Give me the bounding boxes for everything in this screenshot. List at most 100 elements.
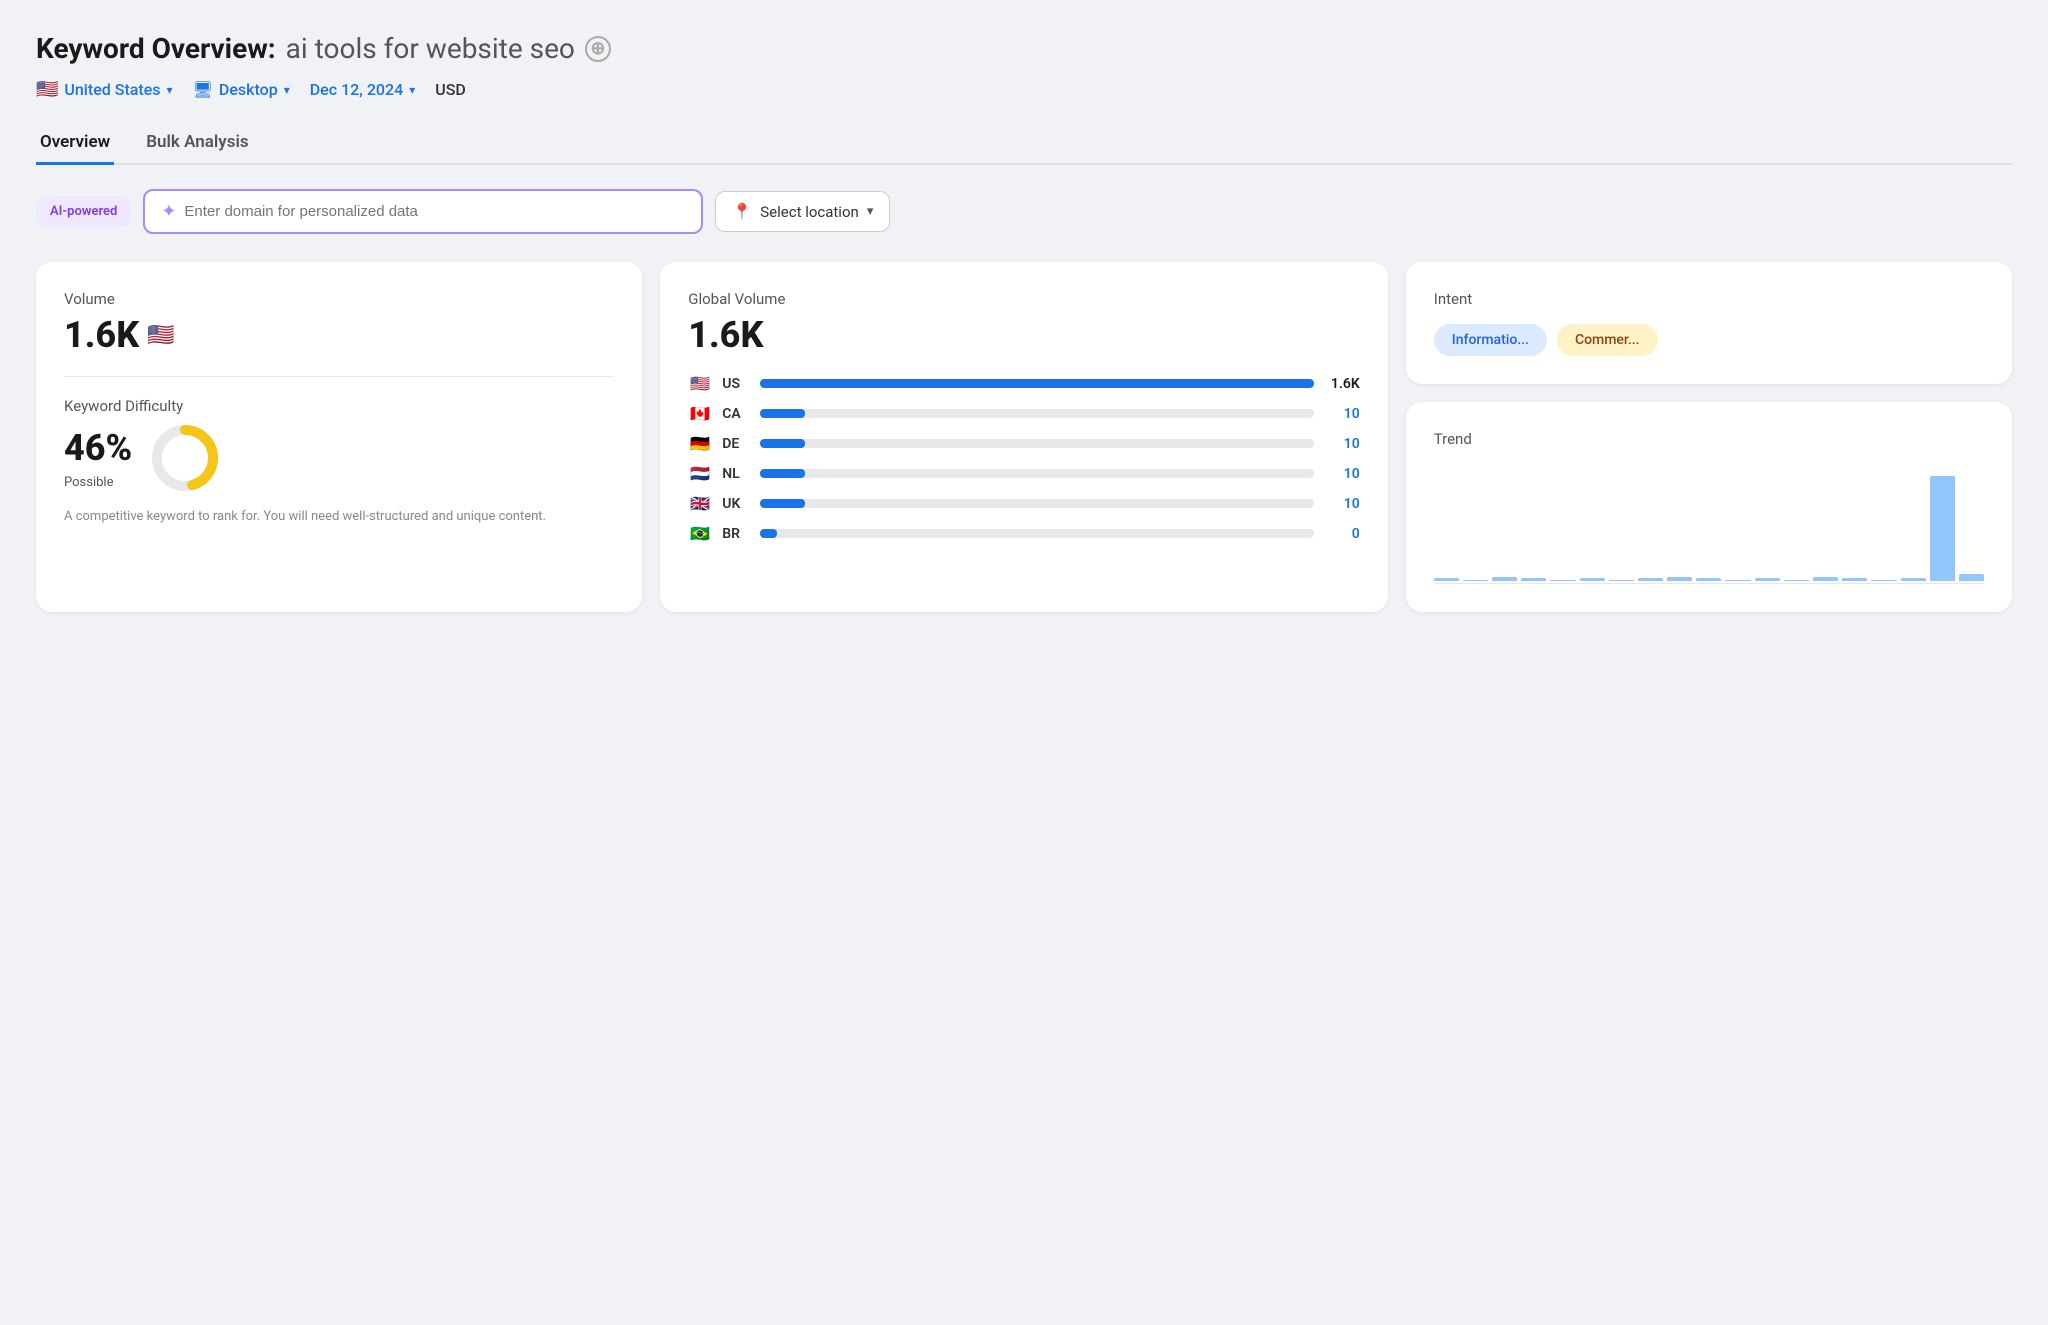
tab-overview[interactable]: Overview <box>36 122 114 165</box>
date-chevron-icon: ▾ <box>409 83 415 97</box>
search-row: AI-powered ✦ 📍 Select location ▾ <box>36 189 2012 234</box>
volume-flag: 🇺🇸 <box>147 323 174 348</box>
kd-donut-chart <box>150 423 220 493</box>
country-bar-fill <box>760 499 804 508</box>
device-label: Desktop <box>219 80 278 99</box>
kd-row: 46% Possible <box>64 423 614 493</box>
trend-bar <box>1638 578 1663 581</box>
card-divider <box>64 376 614 377</box>
kd-label: Keyword Difficulty <box>64 397 614 415</box>
location-label: Select location <box>760 203 859 221</box>
country-row: 🇳🇱 NL 10 <box>688 464 1360 483</box>
cards-row: Volume 1.6K 🇺🇸 Keyword Difficulty 46% Po… <box>36 262 2012 612</box>
country-row: 🇩🇪DE10 <box>688 434 1360 453</box>
add-keyword-icon[interactable]: ⊕ <box>585 36 611 62</box>
trend-bar <box>1784 580 1809 581</box>
trend-bar <box>1492 577 1517 581</box>
country-row: 🇺🇸US1.6K <box>688 374 1360 393</box>
trend-chart <box>1434 464 1984 584</box>
trend-bar <box>1755 578 1780 581</box>
intent-badge-commercial: Commer... <box>1557 324 1658 356</box>
location-icon: 📍 <box>732 202 752 221</box>
trend-bar <box>1842 578 1867 581</box>
intent-badge-info: Informatio... <box>1434 324 1547 356</box>
country-code-label: CA <box>722 406 750 422</box>
sparkle-icon: ✦ <box>161 201 176 222</box>
country-row: 🇬🇧 UK 10 <box>688 494 1360 513</box>
country-code-label: DE <box>722 436 750 452</box>
country-row: 🇨🇦 CA 10 <box>688 404 1360 423</box>
date-filter[interactable]: Dec 12, 2024 ▾ <box>310 80 416 99</box>
kd-description: A competitive keyword to rank for. You w… <box>64 507 614 527</box>
country-label: United States <box>64 80 160 99</box>
trend-bar <box>1725 580 1750 581</box>
page-title: Keyword Overview: ai tools for website s… <box>36 32 2012 65</box>
trend-bar <box>1696 578 1721 581</box>
device-chevron-icon: ▾ <box>284 83 290 97</box>
country-bar-fill <box>760 409 804 418</box>
tab-bar: Overview Bulk Analysis <box>36 122 2012 165</box>
intent-card: Intent Informatio... Commer... <box>1406 262 2012 384</box>
intent-label: Intent <box>1434 290 1984 308</box>
country-bar-bg <box>760 469 1314 478</box>
country-bar-bg <box>760 409 1314 418</box>
country-bar-fill <box>760 379 1314 388</box>
volume-label: Volume <box>64 290 614 308</box>
country-value: 0 <box>1324 526 1360 542</box>
country-filter[interactable]: 🇺🇸 United States ▾ <box>36 79 173 100</box>
country-bar-fill <box>760 529 777 538</box>
domain-input-wrapper[interactable]: ✦ <box>143 189 703 234</box>
country-flag-icon: 🇬🇧 <box>688 494 712 513</box>
country-flag-icon: 🇧🇷 <box>688 524 712 543</box>
location-chevron-icon: ▾ <box>867 204 874 219</box>
kd-value: 46% <box>64 427 132 469</box>
tab-bulk-analysis[interactable]: Bulk Analysis <box>142 122 252 165</box>
country-code-label: BR <box>722 526 750 542</box>
trend-bar <box>1521 578 1546 581</box>
location-selector[interactable]: 📍 Select location ▾ <box>715 191 890 232</box>
global-volume-label: Global Volume <box>688 290 1360 308</box>
trend-bar <box>1434 578 1459 581</box>
country-flag: 🇺🇸 <box>36 79 58 100</box>
volume-kd-card: Volume 1.6K 🇺🇸 Keyword Difficulty 46% Po… <box>36 262 642 612</box>
country-bar-bg <box>760 529 1314 538</box>
date-label: Dec 12, 2024 <box>310 80 403 99</box>
country-flag-icon: 🇳🇱 <box>688 464 712 483</box>
country-value: 10 <box>1324 496 1360 512</box>
country-code-label: NL <box>722 466 750 482</box>
global-volume-card: Global Volume 1.6K 🇺🇸US1.6K🇨🇦CA10🇩🇪DE10🇳… <box>660 262 1388 612</box>
country-value: 1.6K <box>1324 376 1360 392</box>
trend-bar <box>1580 578 1605 581</box>
device-filter[interactable]: 🖥 Desktop ▾ <box>193 80 290 99</box>
currency-label: USD <box>435 80 466 99</box>
country-value: 10 <box>1324 436 1360 452</box>
country-flag-icon: 🇺🇸 <box>688 374 712 393</box>
title-prefix: Keyword Overview: <box>36 32 276 65</box>
country-chevron-icon: ▾ <box>167 83 173 97</box>
country-flag-icon: 🇨🇦 <box>688 404 712 423</box>
trend-bar <box>1871 580 1896 581</box>
country-value: 10 <box>1324 406 1360 422</box>
trend-bar <box>1550 580 1575 581</box>
trend-bar <box>1930 476 1955 581</box>
trend-card: Trend <box>1406 402 2012 612</box>
device-icon: 🖥 <box>193 80 213 99</box>
trend-bar-container <box>1434 464 1984 584</box>
domain-input[interactable] <box>184 203 685 220</box>
global-volume-value: 1.6K <box>688 314 1360 356</box>
volume-value: 1.6K 🇺🇸 <box>64 314 614 356</box>
intent-trend-column: Intent Informatio... Commer... Trend <box>1406 262 2012 612</box>
country-code-label: UK <box>722 496 750 512</box>
filter-bar: 🇺🇸 United States ▾ 🖥 Desktop ▾ Dec 12, 2… <box>36 79 2012 100</box>
trend-bar <box>1463 580 1488 581</box>
trend-bar <box>1901 578 1926 581</box>
intent-badges: Informatio... Commer... <box>1434 324 1984 356</box>
country-bar-fill <box>760 439 804 448</box>
country-bar-bg <box>760 379 1314 388</box>
country-bar-fill <box>760 469 804 478</box>
trend-bar <box>1959 574 1984 581</box>
kd-possible: Possible <box>64 475 132 490</box>
country-list: 🇺🇸US1.6K🇨🇦CA10🇩🇪DE10🇳🇱NL10🇬🇧UK10🇧🇷BR0 <box>688 374 1360 543</box>
country-value: 10 <box>1324 466 1360 482</box>
country-row: 🇧🇷 BR 0 <box>688 524 1360 543</box>
